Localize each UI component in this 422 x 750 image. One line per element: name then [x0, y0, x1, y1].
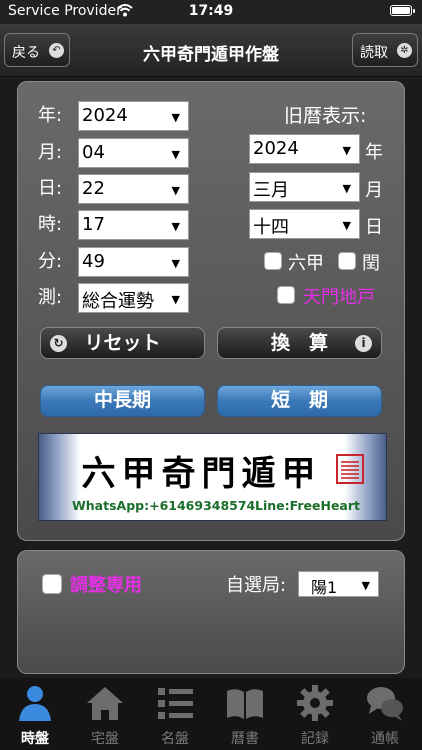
- custom-select-label: 自選局:: [226, 575, 287, 596]
- book-icon: [227, 689, 263, 719]
- hour-select[interactable]: 17 ▼: [78, 210, 189, 240]
- tab-time-chart[interactable]: 時盤: [0, 678, 70, 750]
- status-time: 17:49: [188, 3, 234, 19]
- day-value: 22: [82, 178, 105, 199]
- tab-label: 通帳: [371, 731, 399, 747]
- gear-icon: [297, 685, 333, 721]
- adjust-checkbox[interactable]: [42, 574, 62, 594]
- reset-button[interactable]: ↻ リセット: [40, 327, 205, 359]
- day-label: 日:: [38, 178, 63, 199]
- hour-label: 時:: [38, 214, 63, 235]
- long-term-button-label: 中長期: [93, 389, 151, 411]
- convert-button-label: 換 算: [270, 332, 328, 354]
- month-label: 月:: [38, 142, 63, 163]
- tab-label: 宅盤: [91, 731, 119, 747]
- year-label: 年:: [38, 105, 63, 126]
- tab-label: 名盤: [161, 731, 189, 747]
- lunar-month-unit: 月: [365, 180, 383, 201]
- liujia-checkbox[interactable]: [264, 252, 282, 270]
- lunar-year-unit: 年: [365, 142, 383, 163]
- measure-select[interactable]: 総合運勢 ▼: [78, 283, 189, 313]
- tianmen-label: 天門地戸: [303, 287, 375, 308]
- battery-icon: [390, 5, 415, 16]
- month-select[interactable]: 04 ▼: [78, 138, 189, 168]
- dropdown-arrow-icon: ▼: [171, 293, 180, 306]
- liujia-label: 六甲: [288, 253, 324, 274]
- lunar-year-value: 2024: [253, 138, 299, 159]
- read-button-label: 読取: [360, 45, 388, 61]
- custom-board-value: 陽1: [311, 578, 338, 597]
- long-term-button[interactable]: 中長期: [40, 385, 205, 417]
- adjust-label: 調整専用: [70, 575, 142, 596]
- dropdown-arrow-icon: ▼: [171, 184, 180, 197]
- year-select[interactable]: 2024 ▼: [78, 101, 189, 131]
- minute-select[interactable]: 49 ▼: [78, 247, 189, 277]
- whatsapp-contact: WhatsApp:+61469348574: [72, 498, 256, 513]
- tab-records[interactable]: 記録: [280, 678, 350, 750]
- reset-icon: ↻: [50, 335, 67, 352]
- lunar-month-select[interactable]: 三月 ▼: [249, 172, 360, 202]
- user-icon: [19, 686, 51, 721]
- tab-label: 記録: [301, 731, 329, 747]
- short-term-button-label: 短 期: [270, 389, 328, 411]
- lunar-title: 旧暦表示:: [284, 105, 367, 127]
- list-icon: [158, 688, 193, 719]
- read-button[interactable]: 読取 ✲: [352, 33, 418, 67]
- banner-title: 六甲奇門遁甲: [81, 454, 322, 494]
- measure-label: 測:: [38, 287, 63, 308]
- seal-stamp-icon: [336, 454, 364, 484]
- tab-label: 時盤: [21, 731, 49, 747]
- short-term-button[interactable]: 短 期: [217, 385, 382, 417]
- minute-label: 分:: [38, 251, 63, 272]
- dropdown-arrow-icon: ▼: [342, 144, 351, 157]
- nav-bar: 戻る ↶ 六甲奇門遁甲作盤 読取 ✲: [0, 24, 422, 77]
- dropdown-arrow-icon: ▼: [361, 579, 370, 592]
- home-icon: [87, 687, 123, 720]
- dropdown-arrow-icon: ▼: [171, 220, 180, 233]
- reset-button-label: リセット: [84, 332, 161, 354]
- contact-banner: 六甲奇門遁甲 WhatsApp:+61469348574 Line:FreeHe…: [38, 433, 387, 521]
- convert-button[interactable]: 換 算 i: [217, 327, 382, 359]
- year-value: 2024: [82, 105, 128, 126]
- month-value: 04: [82, 142, 105, 163]
- tab-label: 曆書: [231, 731, 259, 747]
- leap-label: 閏: [362, 253, 380, 274]
- dropdown-arrow-icon: ▼: [171, 148, 180, 161]
- lunar-year-select[interactable]: 2024 ▼: [249, 134, 360, 164]
- minute-value: 49: [82, 251, 105, 272]
- dropdown-arrow-icon: ▼: [171, 257, 180, 270]
- tab-house-chart[interactable]: 宅盤: [70, 678, 140, 750]
- status-bar: Service Provider 17:49: [0, 0, 422, 24]
- tianmen-checkbox[interactable]: [277, 286, 295, 304]
- tab-almanac[interactable]: 曆書: [210, 678, 280, 750]
- dropdown-arrow-icon: ▼: [171, 111, 180, 124]
- lunar-day-unit: 日: [365, 217, 383, 238]
- tab-bar: 時盤 宅盤 名盤 曆書 記録 通帳: [0, 678, 422, 750]
- day-select[interactable]: 22 ▼: [78, 174, 189, 204]
- line-contact: Line:FreeHeart: [255, 498, 360, 513]
- adjust-panel: [17, 550, 405, 674]
- dropdown-arrow-icon: ▼: [342, 219, 351, 232]
- lunar-month-value: 三月: [253, 180, 289, 201]
- custom-board-select[interactable]: 陽1 ▼: [298, 571, 379, 597]
- tab-name-chart[interactable]: 名盤: [140, 678, 210, 750]
- lunar-day-value: 十四: [253, 217, 289, 238]
- tab-passbook[interactable]: 通帳: [350, 678, 420, 750]
- gear-icon: ✲: [397, 43, 412, 58]
- measure-value: 総合運勢: [82, 291, 154, 312]
- chat-icon: [367, 687, 403, 721]
- lunar-day-select[interactable]: 十四 ▼: [249, 209, 360, 239]
- leap-checkbox[interactable]: [338, 252, 356, 270]
- hour-value: 17: [82, 214, 105, 235]
- dropdown-arrow-icon: ▼: [342, 182, 351, 195]
- info-icon: i: [355, 335, 372, 352]
